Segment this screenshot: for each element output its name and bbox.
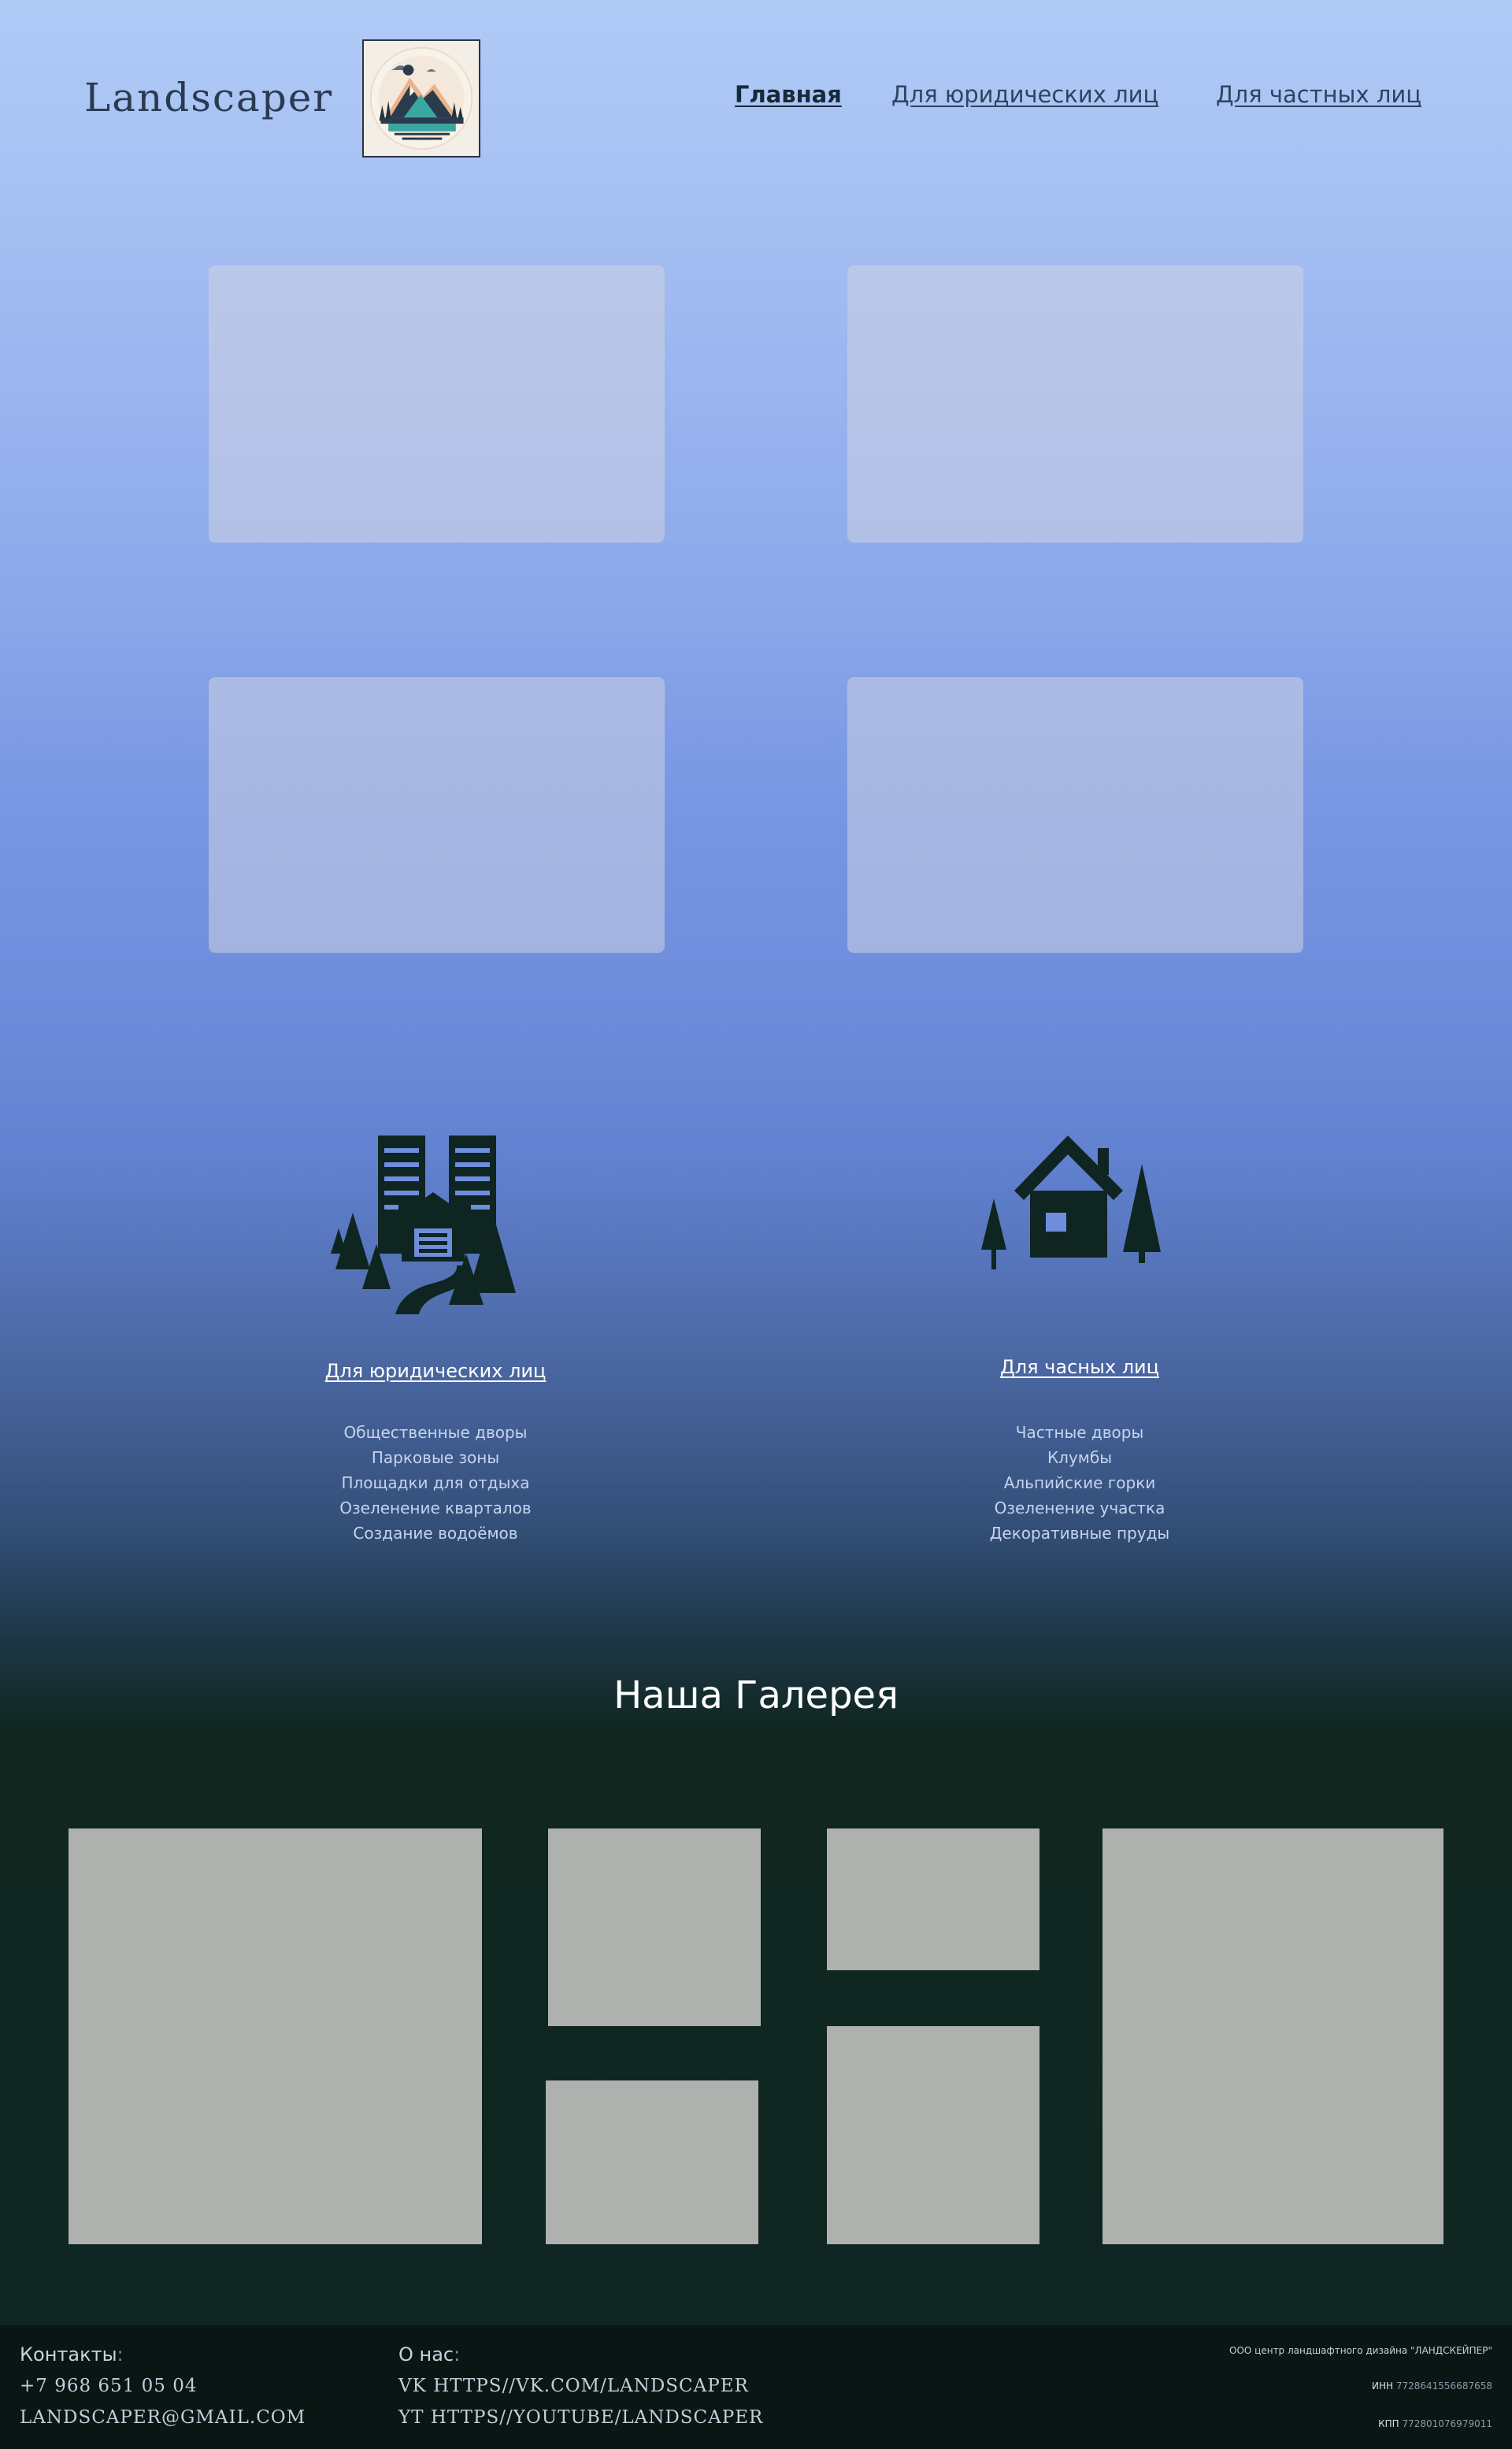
nav-home-link[interactable]: Главная (735, 79, 842, 110)
brand-logo-text[interactable]: Landscaper (84, 74, 333, 121)
hero-card-3 (209, 677, 665, 953)
list-item: Декоративные пруды (989, 1524, 1170, 1543)
nav-private-link[interactable]: Для частных лиц (1216, 79, 1421, 110)
mountain-lake-logo-image (369, 46, 473, 150)
list-item: Озеленение кварталов (339, 1499, 532, 1517)
hero-card-2 (847, 265, 1303, 543)
footer-company-name: ООО центр ландшафтного дизайна "ЛАНДСКЕЙ… (1229, 2345, 1492, 2356)
footer-about-heading: О нас: (398, 2343, 461, 2366)
gallery-title: Наша Галерея (613, 1673, 899, 1717)
gallery-image-6[interactable] (1102, 1828, 1443, 2244)
gallery-image-5[interactable] (827, 2026, 1040, 2244)
footer-vk-link[interactable]: VK HTTPS//VK.COM/LANDSCAPER (398, 2374, 749, 2398)
business-services-list: Общественные дворы Парковые зоны Площадк… (315, 1420, 556, 1546)
list-item: Площадки для отдыха (341, 1473, 530, 1492)
gallery-image-4[interactable] (827, 1828, 1040, 1970)
private-services-list: Частные дворы Клумбы Альпийские горки Оз… (959, 1420, 1200, 1546)
nav-business-link[interactable]: Для юридических лиц (891, 79, 1158, 110)
gallery-image-2[interactable] (548, 1828, 761, 2026)
footer-kpp: КПП 772801076979011 (1378, 2418, 1492, 2429)
footer-email[interactable]: LANDSCAPER@GMAIL.COM (20, 2406, 306, 2429)
list-item: Озеленение участка (994, 1499, 1166, 1517)
hero-card-4 (847, 677, 1303, 953)
footer-phone[interactable]: +7 968 651 05 04 (20, 2374, 197, 2398)
private-services-link[interactable]: Для часных лиц (959, 1356, 1200, 1378)
list-item: Частные дворы (1015, 1423, 1144, 1442)
list-item: Создание водоёмов (353, 1524, 518, 1543)
list-item: Клумбы (1047, 1448, 1113, 1467)
mountain-lake-logo[interactable] (362, 39, 480, 157)
city-buildings-icon (331, 1136, 528, 1314)
list-item: Парковые зоны (371, 1448, 500, 1467)
footer-inn: ИНН 7728641556687658 (1371, 2380, 1492, 2392)
footer-youtube-link[interactable]: YT HTTPS//YOUTUBE/LANDSCAPER (398, 2406, 763, 2429)
list-item: Общественные дворы (343, 1423, 528, 1442)
house-trees-icon (981, 1136, 1181, 1273)
footer-contacts-heading: Контакты: (20, 2343, 124, 2366)
gallery-image-1[interactable] (69, 1828, 482, 2244)
business-services-link[interactable]: Для юридических лиц (315, 1360, 556, 1382)
gallery-image-3[interactable] (546, 2080, 758, 2244)
hero-card-1 (209, 265, 665, 543)
footer: Контакты: +7 968 651 05 04 LANDSCAPER@GM… (0, 2325, 1512, 2449)
list-item: Альпийские горки (1003, 1473, 1156, 1492)
